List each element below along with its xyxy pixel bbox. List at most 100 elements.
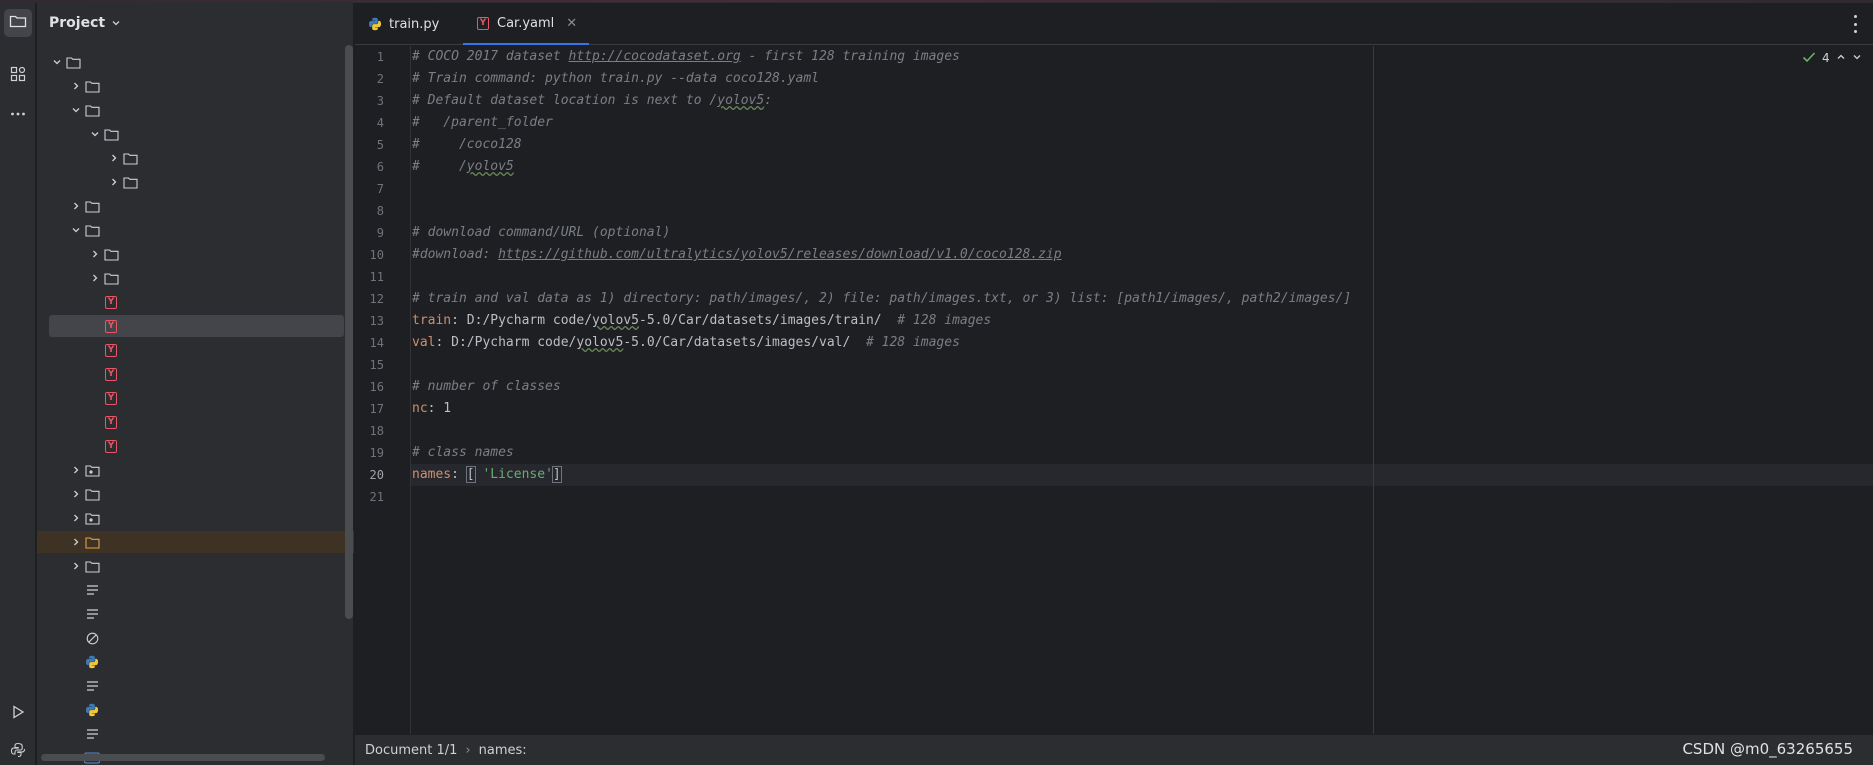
chevron-down-icon[interactable] [87, 126, 103, 142]
code-token: # download command/URL (optional) [412, 225, 671, 240]
package-folder-icon [84, 462, 100, 478]
tree-item[interactable] [49, 75, 344, 97]
chevron-right-icon[interactable] [68, 510, 84, 526]
folder-icon [103, 270, 119, 286]
line-number: 9 [376, 226, 384, 240]
tree-item[interactable] [37, 531, 354, 553]
breadcrumb-names[interactable]: names: [479, 743, 527, 758]
chevron-right-icon[interactable] [68, 486, 84, 502]
tree-item[interactable]: Y [49, 363, 344, 385]
tree-item[interactable] [49, 51, 344, 73]
python-console-button[interactable] [4, 738, 32, 765]
more-vertical-icon[interactable] [1847, 15, 1863, 33]
code-link[interactable]: https://github.com/ultralytics/yolov5/re… [498, 247, 1062, 262]
chevron-right-icon[interactable] [68, 558, 84, 574]
structure-tool-button[interactable] [4, 62, 32, 90]
code-line: nc: 1 [412, 398, 451, 420]
tree-item[interactable] [49, 483, 344, 505]
tree-item[interactable] [49, 267, 344, 289]
tree-item[interactable] [49, 219, 344, 241]
project-horizontal-scrollbar[interactable] [41, 754, 325, 761]
python-icon [367, 16, 383, 32]
line-number: 14 [369, 336, 384, 350]
line-number: 3 [376, 94, 384, 108]
tree-item[interactable] [49, 507, 344, 529]
chevron-right-icon[interactable] [106, 174, 122, 190]
run-tool-button[interactable] [4, 700, 32, 728]
code-token: - first 128 training images [740, 49, 960, 64]
folder-icon [9, 13, 27, 33]
chevron-right-icon[interactable] [106, 150, 122, 166]
tree-item[interactable] [49, 99, 344, 121]
chevron-down-icon[interactable] [68, 222, 84, 238]
tree-item[interactable] [49, 123, 344, 145]
code-token: -5.0/Car/datasets/images/val/ [623, 335, 866, 350]
line-number: 6 [376, 160, 384, 174]
code-line: # /coco128 [412, 134, 522, 156]
chevron-down-icon[interactable] [49, 54, 65, 70]
close-icon[interactable]: ✕ [566, 16, 577, 31]
folder-icon [84, 486, 100, 502]
breadcrumb-document[interactable]: Document 1/1 [365, 743, 457, 758]
tree-item[interactable]: Y [49, 411, 344, 433]
code-token: #download: [412, 247, 499, 262]
tree-item[interactable] [49, 195, 344, 217]
tree-item[interactable]: Y [49, 291, 344, 313]
tree-item[interactable] [49, 555, 344, 577]
code-token: -5.0/Car/datasets/images/train/ [639, 313, 898, 328]
line-number: 17 [369, 402, 384, 416]
activity-bar [0, 3, 36, 765]
code-token: # 128 images [897, 313, 992, 328]
code-line: # Default dataset location is next to /y… [412, 90, 772, 112]
status-bar: Document 1/1 › names: [355, 734, 1873, 765]
play-icon [10, 704, 26, 724]
chevron-right-icon[interactable] [68, 462, 84, 478]
project-tool-button[interactable] [4, 9, 32, 37]
line-number: 20 [369, 468, 384, 482]
editor-tab-bar: train.py Y Car.yaml ✕ [355, 3, 1873, 45]
folder-icon [122, 150, 138, 166]
chevron-down-icon[interactable] [111, 17, 121, 32]
more-tools-button[interactable] [4, 102, 32, 130]
code-link[interactable]: http://cocodataset.org [569, 49, 741, 64]
tree-item[interactable]: Y [49, 435, 344, 457]
text-file-icon [84, 582, 100, 598]
code-token: : [451, 467, 467, 482]
tab-car-yaml[interactable]: Y Car.yaml ✕ [463, 3, 590, 45]
line-number-gutter[interactable]: 1 2 3 4 5 6 7 8 9 10 11 12 13 14 15 16 17 18 19 20 21 [355, 46, 411, 734]
code-line: # train and val data as 1) directory: pa… [412, 288, 1351, 310]
tree-item[interactable]: Y [49, 387, 344, 409]
tree-item[interactable] [49, 579, 344, 601]
tree-item[interactable] [49, 723, 344, 745]
chevron-right-icon[interactable] [87, 270, 103, 286]
chevron-right-icon[interactable] [68, 198, 84, 214]
project-panel-header[interactable]: Project [37, 3, 354, 43]
inspections-widget[interactable]: 4 [1802, 50, 1862, 66]
tree-item[interactable] [49, 171, 344, 193]
tab-train-py[interactable]: train.py [355, 3, 451, 45]
tree-item[interactable] [49, 243, 344, 265]
yaml-icon: Y [475, 15, 491, 31]
line-number: 1 [376, 50, 384, 64]
tree-item[interactable] [49, 699, 344, 721]
breadcrumb-separator-icon: › [465, 742, 471, 758]
code-editor[interactable]: # COCO 2017 dataset http://cocodataset.o… [412, 46, 1873, 734]
chevron-down-icon[interactable] [1852, 51, 1862, 65]
tree-item[interactable] [49, 651, 344, 673]
line-number: 7 [376, 182, 384, 196]
chevron-right-icon[interactable] [68, 534, 84, 550]
chevron-right-icon[interactable] [68, 78, 84, 94]
tree-item[interactable]: Y [49, 339, 344, 361]
ignore-file-icon [84, 630, 100, 646]
chevron-down-icon[interactable] [68, 102, 84, 118]
chevron-right-icon[interactable] [87, 246, 103, 262]
tree-item[interactable] [49, 627, 344, 649]
chevron-up-icon[interactable] [1836, 51, 1846, 65]
tree-item[interactable]: Y [49, 315, 344, 337]
tree-item[interactable] [49, 675, 344, 697]
tree-item[interactable] [49, 603, 344, 625]
tree-item[interactable] [49, 459, 344, 481]
code-token: # class names [412, 445, 514, 460]
tree-item[interactable] [49, 147, 344, 169]
yaml-icon: Y [103, 438, 119, 454]
